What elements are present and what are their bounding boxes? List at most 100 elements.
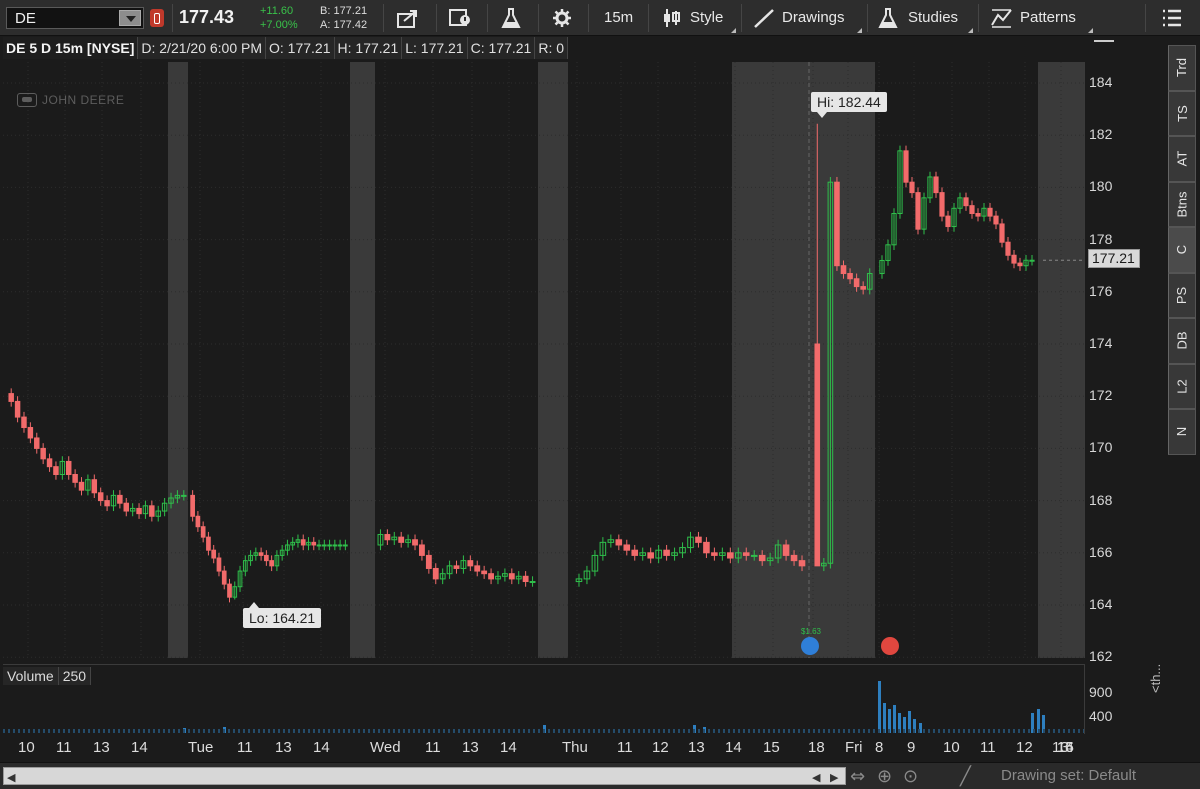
side-tab-c[interactable]: C [1168,227,1196,273]
drawing-pencil-icon[interactable]: ╱ [960,766,971,787]
side-tab-trd[interactable]: Trd [1168,45,1196,91]
candle-down[interactable] [623,544,631,551]
price-chart[interactable]: $1.63 JOHN DEERE Hi: 182.44 Lo: 164.21 [3,62,1084,658]
candle-down[interactable] [300,539,306,546]
symbol-dropdown-chevron-icon[interactable] [119,10,141,26]
price-chart-svg[interactable]: $1.63 [3,62,1084,658]
patterns-dropdown-indicator[interactable] [1088,28,1093,33]
candle-down[interactable] [695,536,702,543]
gear-icon[interactable] [550,7,574,29]
drawings-button[interactable]: Drawings [782,9,845,26]
candle-down[interactable] [91,479,98,494]
candle-up[interactable] [316,544,322,547]
expand-icon[interactable]: ⇔ [850,766,865,787]
candle-down[interactable] [742,552,750,556]
candle-down[interactable] [790,554,798,562]
candle-down[interactable] [149,505,155,517]
drawings-dropdown-indicator[interactable] [857,28,862,33]
candle-down[interactable] [264,554,269,562]
candle-down[interactable] [97,492,104,502]
chart-title[interactable]: DE 5 D 15m [NYSE] [3,37,139,59]
candle-down[interactable] [663,549,670,556]
candle-up[interactable] [327,544,332,547]
side-tab-btns[interactable]: Btns [1168,181,1196,227]
candle-down[interactable] [909,181,915,194]
flask-icon[interactable] [499,7,523,29]
candle-down[interactable] [847,273,853,280]
candle-down[interactable] [398,536,405,543]
candle-down[interactable] [453,565,460,569]
candle-down[interactable] [221,570,227,585]
symbol-text[interactable]: DE [15,10,36,27]
drawing-set-label[interactable]: Drawing set: Default [1001,767,1136,784]
candle-down[interactable] [647,552,654,559]
candle-down[interactable] [860,286,866,290]
candle-up[interactable] [1029,259,1035,262]
scroll-left-arrow-icon[interactable]: ◀ [7,771,15,784]
side-tab-at[interactable]: AT [1168,136,1196,182]
side-tab-ps[interactable]: PS [1168,272,1196,318]
candle-down[interactable] [384,534,391,541]
candle-down[interactable] [467,560,474,567]
side-tab-n[interactable]: N [1168,409,1196,455]
time-axis[interactable]: 10 11 13 14 Tue 11 13 14 Wed 11 13 14 Thu 11 12 13 14 15 1… [3,734,1084,762]
candle-down[interactable] [945,215,951,228]
candle-down[interactable] [104,500,110,507]
candle-down[interactable] [703,541,710,554]
candle-down[interactable] [840,265,847,275]
candle-down[interactable] [216,557,222,572]
candle-down[interactable] [508,573,515,580]
candle-down[interactable] [78,481,85,491]
side-tab-l2[interactable]: L2 [1168,363,1196,409]
candle-down[interactable] [615,539,623,546]
share-icon[interactable] [396,7,420,29]
candle-down[interactable] [727,552,734,559]
horizontal-scrollbar[interactable]: ◀ ◀ ▶ [3,767,846,785]
candle-down[interactable] [939,192,945,217]
candle-down[interactable] [711,552,718,556]
candle-down[interactable] [969,205,975,214]
candle-down[interactable] [46,458,53,468]
candle-down[interactable] [14,400,21,418]
candle-down[interactable] [72,474,78,483]
fit-chart-icon[interactable] [1094,40,1114,58]
candle-down[interactable] [123,502,130,512]
candle-down[interactable] [34,437,40,449]
earnings-bulb-icon[interactable] [801,637,819,655]
candle-down[interactable] [21,416,27,429]
candle-down[interactable] [311,541,317,546]
candle-up[interactable] [337,544,343,547]
scroll-right-arrow-icon[interactable]: ▶ [830,771,838,784]
candle-up[interactable] [750,554,758,557]
studies-flask-icon[interactable] [876,7,900,29]
candle-down[interactable] [117,494,123,504]
candle-down[interactable] [481,570,488,575]
candle-up[interactable] [321,544,327,547]
candle-down[interactable] [522,575,529,583]
candle-down[interactable] [915,192,921,230]
patterns-button[interactable]: Patterns [1020,9,1076,26]
link-lock-icon[interactable] [150,9,164,27]
candle-down[interactable] [933,176,939,194]
candle-down[interactable] [419,544,425,556]
candle-down[interactable] [987,207,993,217]
candle-down[interactable] [258,552,264,556]
candle-down[interactable] [798,560,806,567]
crosshair-icon[interactable]: ⊕ [877,766,892,787]
candle-down[interactable] [782,544,790,556]
patterns-icon[interactable] [990,7,1014,29]
candle-down[interactable] [1011,254,1017,264]
candle-down[interactable] [834,181,840,267]
style-button[interactable]: Style [690,9,723,26]
candle-down[interactable] [200,526,206,538]
side-tab-ts[interactable]: TS [1168,90,1196,136]
candle-up[interactable] [529,581,536,584]
style-dropdown-indicator[interactable] [731,28,736,33]
candle-style-icon[interactable] [660,7,684,29]
studies-dropdown-indicator[interactable] [968,28,973,33]
candle-down[interactable] [27,427,34,439]
candle-down[interactable] [269,560,274,567]
scroll-left-end-arrow-icon[interactable]: ◀ [812,771,820,784]
candle-down[interactable] [425,554,432,569]
candle-down[interactable] [999,223,1005,243]
